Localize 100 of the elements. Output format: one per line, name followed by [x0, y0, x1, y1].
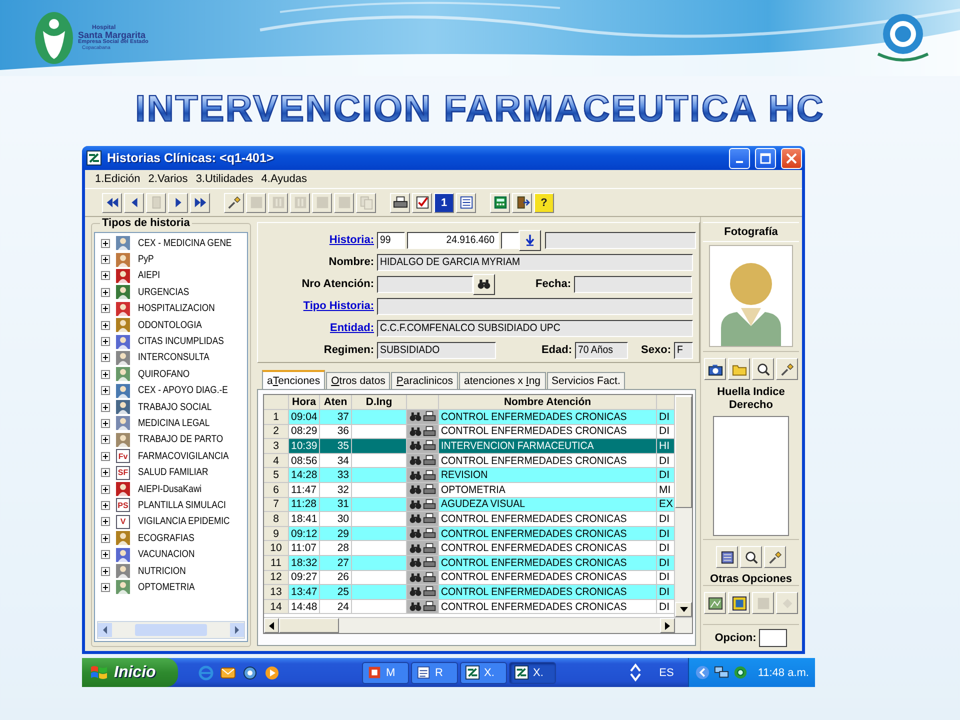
icon-cell[interactable] [407, 600, 439, 614]
input-field[interactable]: 24.916.460 [407, 232, 499, 248]
maximize-button[interactable] [755, 148, 776, 168]
toolbar-button[interactable] [512, 192, 532, 212]
expand-icon[interactable] [101, 418, 110, 428]
tree-item[interactable]: TRABAJO DE PARTO [138, 434, 224, 446]
expand-icon[interactable] [101, 271, 110, 280]
table-row[interactable]: 4 08:56 34 CONTROL ENFERMEDADES CRONICAS DI [264, 454, 674, 468]
expand-icon[interactable] [101, 320, 110, 330]
scrollbar[interactable] [674, 395, 692, 617]
tree-item[interactable]: AIEPI [138, 270, 160, 282]
table-row[interactable]: 11 18:32 27 CONTROL ENFERMEDADES CRONICAS DI [264, 556, 674, 571]
input-field[interactable]: HIDALGO DE GARCIA MYRIAM [377, 254, 693, 270]
expand-icon[interactable] [101, 435, 110, 444]
expand-icon[interactable] [101, 370, 110, 379]
expand-icon[interactable] [101, 337, 110, 346]
tree-item[interactable]: AIEPI-DusaKawi [138, 484, 202, 495]
expand-icon[interactable] [101, 582, 110, 592]
tree-item[interactable]: OPTOMETRIA [138, 582, 195, 593]
expand-icon[interactable] [101, 550, 110, 560]
language-indicator[interactable]: ES [659, 666, 674, 678]
toolbar-button[interactable] [124, 192, 144, 212]
table-row[interactable]: 10 11:07 28 CONTROL ENFERMEDADES CRONICAS DI [264, 541, 674, 556]
toolbar-button[interactable] [412, 192, 432, 212]
down-chevron-icon[interactable] [630, 673, 642, 682]
expand-icon[interactable] [101, 386, 110, 396]
table-row[interactable]: 5 14:28 33 REVISION DI [264, 468, 674, 483]
toolbar-button[interactable] [456, 192, 476, 212]
icon-cell[interactable] [407, 410, 439, 424]
toolbar-button[interactable] [716, 546, 738, 568]
field-link[interactable]: Historia: [258, 234, 377, 246]
input-field[interactable] [759, 629, 788, 647]
table-row[interactable]: 14 14:48 24 CONTROL ENFERMEDADES CRONICAS DI [264, 600, 674, 614]
expand-icon[interactable] [101, 452, 110, 461]
taskbar-button[interactable]: R [411, 662, 458, 684]
tree-item[interactable]: VACUNACION [138, 549, 195, 560]
tree-item[interactable]: QUIROFANO [138, 368, 190, 380]
table-row[interactable]: 6 11:47 32 OPTOMETRIA MI [264, 482, 674, 498]
tree-item[interactable]: PyP [138, 254, 154, 266]
table-row[interactable]: 1 09:04 37 CONTROL ENFERMEDADES CRONICAS DI [264, 410, 674, 425]
icon-cell[interactable] [407, 526, 439, 540]
tab[interactable]: Paraclinicos [391, 372, 458, 389]
expand-icon[interactable] [101, 238, 110, 248]
quick-launch-button[interactable] [220, 664, 236, 680]
input-field[interactable] [377, 298, 693, 314]
tree-item[interactable]: INTERCONSULTA [138, 352, 210, 364]
expand-icon[interactable] [101, 500, 110, 510]
tree-item[interactable]: HOSPITALIZACION [138, 303, 215, 314]
expand-icon[interactable] [101, 255, 110, 264]
tree-item[interactable]: VIGILANCIA EPIDEMIC [138, 516, 230, 528]
expand-icon[interactable] [101, 484, 110, 494]
tree-item[interactable]: MEDICINA LEGAL [138, 418, 210, 429]
tree-item[interactable]: SALUD FAMILIAR [138, 467, 208, 478]
scrollbar[interactable] [264, 617, 692, 633]
tree-item[interactable]: TRABAJO SOCIAL [138, 402, 212, 413]
toolbar-button[interactable] [776, 358, 798, 380]
taskbar-button[interactable]: X. [509, 662, 556, 684]
table-row[interactable]: 7 11:28 31 AGUDEZA VISUAL EX [264, 498, 674, 512]
input-field[interactable]: C.C.F.COMFENALCO SUBSIDIADO UPC [377, 320, 693, 336]
toolbar-button[interactable] [728, 592, 750, 614]
icon-cell[interactable] [407, 585, 439, 599]
expand-icon[interactable] [101, 534, 110, 543]
tree-item[interactable]: CEX - MEDICINA GENE [138, 238, 232, 249]
table-row[interactable]: 8 18:41 30 CONTROL ENFERMEDADES CRONICAS DI [264, 512, 674, 527]
scrollbar-thumb[interactable] [279, 618, 339, 633]
toolbar-button[interactable] [190, 192, 210, 212]
toolbar-button[interactable]: 1 [434, 192, 454, 212]
expand-icon[interactable] [101, 468, 110, 478]
menu-item[interactable]: 1.Edición [91, 173, 144, 185]
toolbar-button[interactable] [740, 546, 762, 568]
tree-item[interactable]: NUTRICION [138, 566, 186, 576]
taskbar-button[interactable]: M [362, 662, 409, 684]
tree-item[interactable]: CITAS INCUMPLIDAS [138, 336, 224, 348]
input-field[interactable]: F [674, 342, 693, 358]
toolbar-button[interactable] [704, 592, 726, 614]
icon-cell[interactable] [407, 541, 439, 555]
icon-cell[interactable] [407, 556, 439, 570]
icon-cell[interactable] [407, 482, 439, 497]
minimize-button[interactable] [729, 148, 750, 168]
expand-icon[interactable] [101, 566, 110, 576]
tab[interactable]: Otros datos [326, 372, 390, 389]
icon-cell[interactable] [407, 454, 439, 468]
tree-item[interactable]: URGENCIAS [138, 286, 190, 298]
input-field[interactable] [545, 232, 696, 248]
input-field[interactable]: SUBSIDIADO [377, 342, 496, 358]
toolbar-button[interactable] [490, 192, 510, 212]
field-link[interactable]: Tipo Historia: [258, 300, 377, 312]
expand-icon[interactable] [101, 402, 110, 412]
tree-item[interactable]: ECOGRAFIAS [138, 532, 194, 544]
start-button[interactable]: Inicio [82, 658, 178, 687]
table-row[interactable]: 9 09:12 29 CONTROL ENFERMEDADES CRONICAS DI [264, 526, 674, 542]
icon-cell[interactable] [407, 570, 439, 584]
close-button[interactable] [781, 148, 802, 168]
search-button[interactable] [473, 274, 495, 294]
menu-item[interactable]: 2.Varios [144, 173, 192, 185]
tree-item[interactable]: CEX - APOYO DIAG.-E [138, 385, 228, 396]
tab[interactable]: aTenciones [262, 370, 326, 389]
expand-icon[interactable] [101, 517, 110, 526]
table-row[interactable]: 3 10:39 35 INTERVENCION FARMACEUTICA HI [264, 439, 674, 454]
icon-cell[interactable] [407, 439, 439, 453]
